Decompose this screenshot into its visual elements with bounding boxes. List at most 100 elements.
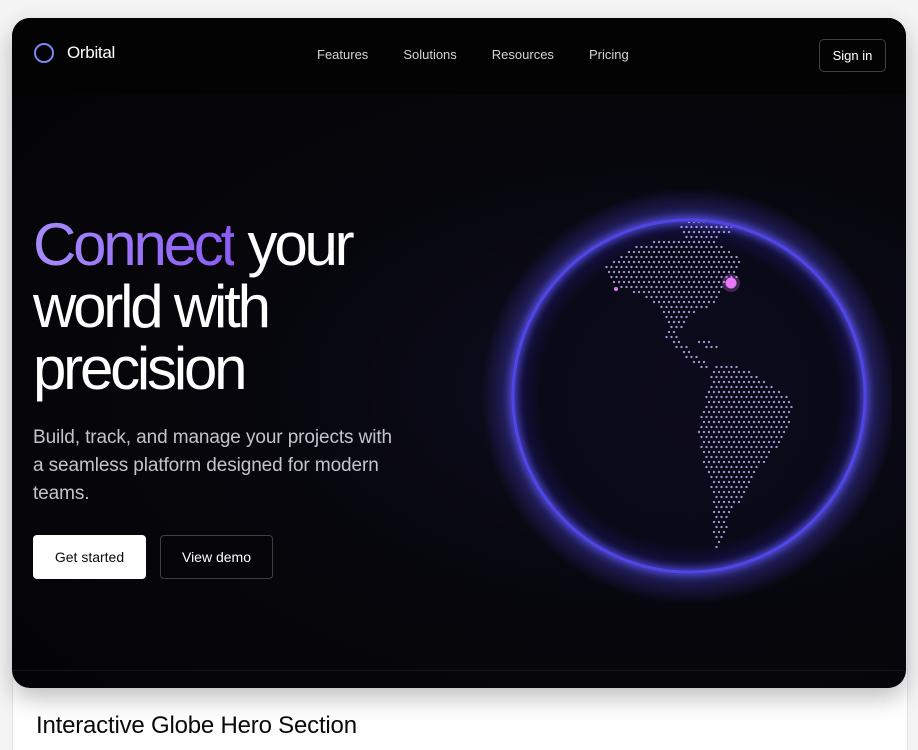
globe-dot bbox=[747, 410, 751, 414]
globe-dot bbox=[730, 415, 733, 419]
globe-dot bbox=[685, 235, 688, 239]
globe-dot bbox=[752, 420, 756, 424]
globe-dot bbox=[687, 310, 691, 314]
globe-dot bbox=[750, 385, 753, 389]
globe-dot bbox=[640, 245, 643, 249]
globe-dot bbox=[705, 435, 708, 439]
globe-dot bbox=[685, 305, 688, 309]
globe-dot bbox=[702, 230, 706, 234]
globe-dot bbox=[620, 255, 623, 259]
globe-dot bbox=[735, 415, 738, 419]
globe-dot bbox=[677, 270, 681, 274]
globe-dot bbox=[650, 285, 653, 289]
globe-dot bbox=[755, 445, 758, 449]
globe-dot bbox=[677, 250, 681, 254]
headline-line1-rest: your bbox=[234, 211, 355, 278]
globe-dot bbox=[772, 390, 776, 394]
globe-dot bbox=[710, 265, 713, 269]
globe-dot bbox=[707, 460, 711, 464]
globe-dot bbox=[712, 520, 716, 524]
globe-dot bbox=[702, 360, 706, 364]
globe-dot bbox=[625, 255, 628, 259]
globe-dot bbox=[685, 285, 688, 289]
globe-dot bbox=[665, 265, 668, 269]
globe-dot bbox=[612, 260, 616, 264]
globe-dot bbox=[732, 390, 736, 394]
globe-dot bbox=[767, 450, 771, 454]
globe-dot bbox=[735, 255, 738, 259]
globe-dot bbox=[715, 275, 718, 279]
globe-dot bbox=[670, 255, 673, 259]
globe-dot bbox=[702, 260, 706, 264]
globe-dot bbox=[760, 395, 763, 399]
globe-dot bbox=[747, 370, 751, 374]
globe-dot bbox=[647, 250, 651, 254]
brand[interactable]: Orbital bbox=[34, 43, 115, 63]
nav-link-features[interactable]: Features bbox=[317, 47, 368, 62]
globe-dot bbox=[695, 355, 698, 359]
globe-dot bbox=[710, 375, 713, 379]
globe-dot bbox=[757, 450, 761, 454]
globe-dot bbox=[715, 495, 718, 499]
globe-dot bbox=[622, 280, 626, 284]
globe-dot bbox=[705, 425, 708, 429]
globe-dot bbox=[705, 245, 708, 249]
globe-dot bbox=[720, 395, 723, 399]
globe-dot bbox=[735, 445, 738, 449]
location-marker-small[interactable] bbox=[614, 287, 618, 291]
globe-dot bbox=[735, 475, 738, 479]
globe-graphic[interactable] bbox=[472, 188, 892, 608]
globe-dot bbox=[760, 415, 763, 419]
globe-dot bbox=[645, 255, 648, 259]
globe-dot bbox=[657, 250, 661, 254]
globe-dot bbox=[760, 455, 763, 459]
globe-dot bbox=[710, 405, 713, 409]
globe-dot bbox=[732, 500, 736, 504]
globe-dot bbox=[720, 415, 723, 419]
globe-dot bbox=[725, 445, 728, 449]
globe-dot bbox=[732, 400, 736, 404]
globe-dot bbox=[710, 445, 713, 449]
globe-dot bbox=[725, 455, 728, 459]
globe-dot bbox=[705, 265, 708, 269]
location-marker[interactable] bbox=[725, 277, 737, 289]
nav-link-resources[interactable]: Resources bbox=[492, 47, 554, 62]
nav-link-pricing[interactable]: Pricing bbox=[589, 47, 629, 62]
globe-dot bbox=[725, 525, 728, 529]
globe-dot bbox=[630, 265, 633, 269]
globe-dot bbox=[727, 460, 731, 464]
globe-dot bbox=[742, 490, 746, 494]
globe-dot bbox=[660, 275, 663, 279]
globe-dot bbox=[617, 260, 621, 264]
globe-dot bbox=[665, 255, 668, 259]
globe-dot bbox=[652, 240, 656, 244]
nav-link-solutions[interactable]: Solutions bbox=[403, 47, 456, 62]
globe-dot bbox=[667, 260, 671, 264]
globe-dot bbox=[727, 270, 731, 274]
globe-dot bbox=[715, 485, 718, 489]
globe-dot bbox=[687, 290, 691, 294]
globe-dot bbox=[712, 470, 716, 474]
globe-dot bbox=[730, 485, 733, 489]
globe-dot bbox=[722, 390, 726, 394]
sign-in-button[interactable]: Sign in bbox=[819, 39, 886, 72]
view-demo-button[interactable]: View demo bbox=[160, 535, 273, 579]
globe-dot bbox=[675, 295, 678, 299]
globe-dot bbox=[740, 445, 743, 449]
globe-dot bbox=[717, 500, 721, 504]
globe-dot bbox=[710, 285, 713, 289]
globe-dot bbox=[690, 355, 693, 359]
globe-dot bbox=[675, 325, 678, 329]
globe-dot bbox=[720, 525, 723, 529]
globe-dot bbox=[637, 260, 641, 264]
globe-dot bbox=[642, 280, 646, 284]
globe-dot bbox=[695, 225, 698, 229]
globe-dot bbox=[752, 430, 756, 434]
get-started-button[interactable]: Get started bbox=[33, 535, 146, 579]
globe-dot bbox=[742, 370, 746, 374]
globe-dot bbox=[747, 460, 751, 464]
globe-dot bbox=[780, 425, 783, 429]
globe-dot bbox=[727, 440, 731, 444]
globe-dot bbox=[695, 285, 698, 289]
globe-dot bbox=[687, 270, 691, 274]
